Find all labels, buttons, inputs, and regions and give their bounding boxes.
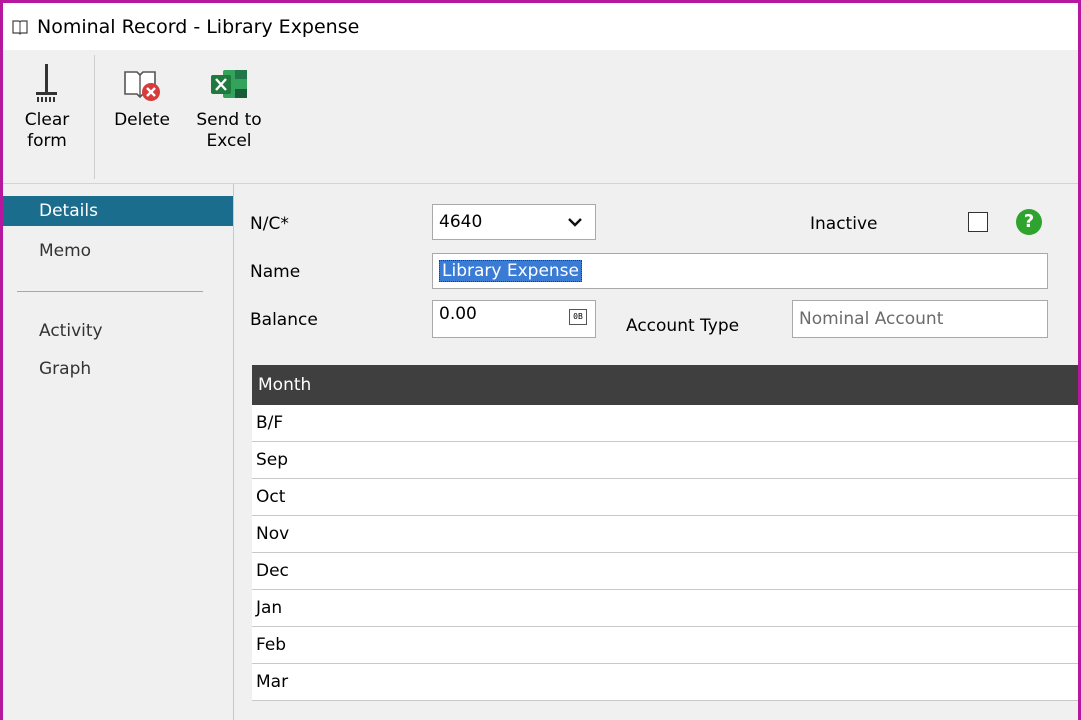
table-row[interactable]: Jan [252,590,1078,627]
nav-item-graph[interactable]: Graph [3,354,233,384]
table-row[interactable]: Mar [252,664,1078,701]
nc-label: N/C* [250,214,289,234]
clear-form-button[interactable]: Clear form [9,58,85,152]
broom-icon [36,64,57,102]
calculator-icon[interactable]: 0B [569,309,587,325]
delete-label: Delete [114,110,170,130]
name-value: Library Expense [439,260,582,282]
monthly-grid: Month B/F Sep Oct Nov Dec Jan Feb Mar [252,365,1078,701]
nc-value: 4640 [439,212,483,232]
balance-value: 0.00 [439,304,477,324]
table-row[interactable]: B/F [252,405,1078,442]
book-icon [12,19,28,35]
nav-divider [17,291,203,292]
clear-form-label: Clear form [24,110,70,151]
delete-button[interactable]: Delete [109,58,175,131]
account-type-value: Nominal Account [799,309,944,329]
name-label: Name [250,262,301,282]
left-nav: Details Memo Activity Graph [3,184,234,720]
nav-item-details[interactable]: Details [3,196,233,226]
table-row[interactable]: Oct [252,479,1078,516]
help-icon[interactable]: ? [1016,209,1042,235]
title-bar: Nominal Record - Library Expense [3,3,1078,50]
balance-input[interactable]: 0.00 0B [432,300,596,338]
inactive-checkbox[interactable] [968,212,988,232]
table-row[interactable]: Feb [252,627,1078,664]
chevron-down-icon [568,218,582,227]
nav-item-activity[interactable]: Activity [3,316,233,346]
send-to-excel-label: Send to Excel [196,110,262,151]
excel-icon [211,70,247,98]
table-row[interactable]: Nov [252,516,1078,553]
inactive-label: Inactive [810,214,878,234]
nav-item-memo[interactable]: Memo [3,236,233,266]
account-type-field: Nominal Account [792,300,1048,338]
ribbon-separator [94,55,95,179]
nc-dropdown[interactable]: 4640 [432,204,596,240]
grid-header-month[interactable]: Month [252,365,1078,405]
table-row[interactable]: Dec [252,553,1078,590]
ribbon-toolbar: Clear form Delete Send to Excel [3,50,1078,184]
delete-record-icon [124,71,160,101]
table-row[interactable]: Sep [252,442,1078,479]
send-to-excel-button[interactable]: Send to Excel [189,58,269,152]
name-input[interactable]: Library Expense [432,253,1048,289]
details-panel: N/C* 4640 Inactive ? Name Library Expens… [234,184,1078,720]
balance-label: Balance [250,310,318,330]
window-title: Nominal Record - Library Expense [37,15,360,38]
account-type-label: Account Type [626,316,740,336]
